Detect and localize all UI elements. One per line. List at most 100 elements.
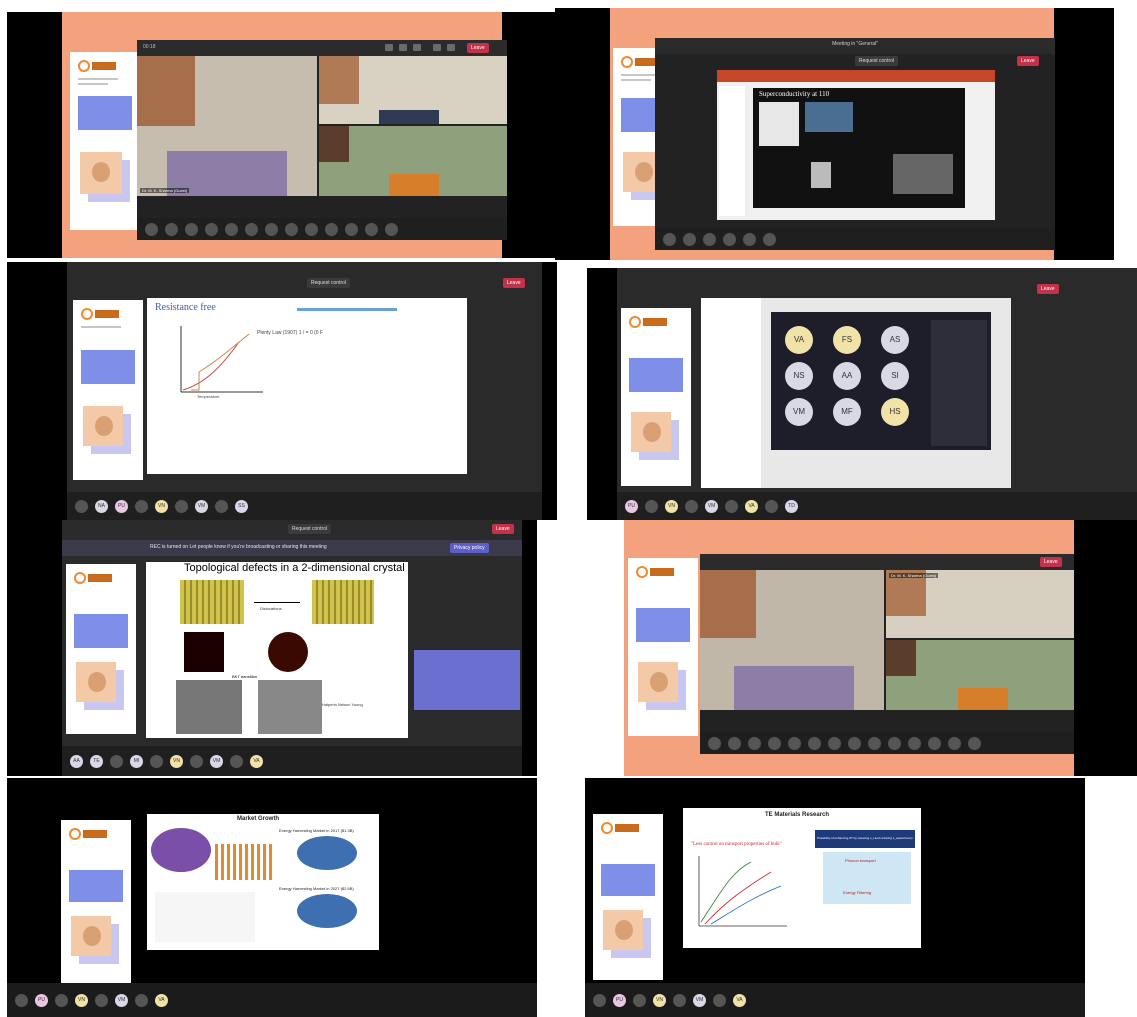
participant-avatar[interactable]	[230, 754, 243, 768]
participant-avatar[interactable]	[55, 993, 68, 1007]
participant-avatar[interactable]	[245, 222, 258, 236]
participant-avatar[interactable]: SI	[881, 362, 909, 390]
participant-avatar[interactable]	[948, 736, 961, 750]
participant-avatar[interactable]: PU	[613, 993, 626, 1007]
participant-avatar[interactable]	[150, 754, 163, 768]
participant-avatar[interactable]	[165, 222, 178, 236]
leave-button[interactable]: Leave	[503, 278, 525, 288]
request-control-button[interactable]: Request control	[307, 278, 351, 288]
participant-avatar[interactable]: AA	[70, 754, 83, 768]
participant-avatar[interactable]: VA	[785, 326, 813, 354]
participant-avatar[interactable]	[225, 222, 238, 236]
participant-avatar[interactable]: SS	[235, 499, 248, 513]
participant-avatar[interactable]: VM	[693, 993, 706, 1007]
participant-avatar[interactable]	[190, 754, 203, 768]
participant-avatar[interactable]: MF	[833, 398, 861, 426]
participant-avatar[interactable]: FS	[833, 326, 861, 354]
leave-button[interactable]: Leave	[1040, 557, 1062, 567]
participant-avatar[interactable]: PU	[625, 499, 638, 513]
participant-avatar[interactable]	[828, 736, 841, 750]
participant-avatar[interactable]: VA	[733, 993, 746, 1007]
teams-titlebar: Leave	[617, 268, 1137, 294]
participant-avatar[interactable]: VN	[75, 993, 88, 1007]
participant-avatar[interactable]	[365, 222, 378, 236]
participant-avatar[interactable]	[205, 222, 218, 236]
participant-avatar[interactable]	[708, 736, 721, 750]
participant-avatar[interactable]: TE	[90, 754, 103, 768]
participant-avatar[interactable]	[908, 736, 921, 750]
leave-button[interactable]: Leave	[467, 43, 489, 53]
participant-avatar[interactable]: VA	[155, 993, 168, 1007]
participant-avatar[interactable]	[215, 499, 228, 513]
participant-avatar[interactable]	[808, 736, 821, 750]
participant-avatar[interactable]: VM	[785, 398, 813, 426]
participant-avatar[interactable]	[645, 499, 658, 513]
participant-avatar[interactable]	[135, 499, 148, 513]
participant-avatar[interactable]	[663, 232, 676, 246]
participant-avatar[interactable]	[265, 222, 278, 236]
leave-button[interactable]: Leave	[492, 524, 514, 534]
participant-avatar[interactable]	[325, 222, 338, 236]
privacy-policy-button[interactable]: Privacy policy	[450, 543, 489, 553]
participant-avatar[interactable]: NA	[95, 499, 108, 513]
participant-avatar[interactable]: VA	[250, 754, 263, 768]
participant-avatar[interactable]	[75, 499, 88, 513]
participant-avatar[interactable]	[788, 736, 801, 750]
participant-avatar[interactable]: VN	[155, 499, 168, 513]
participant-avatar[interactable]	[385, 222, 398, 236]
participant-avatar[interactable]	[723, 232, 736, 246]
participant-avatar[interactable]	[673, 993, 686, 1007]
participant-avatar[interactable]	[748, 736, 761, 750]
participant-avatar[interactable]	[345, 222, 358, 236]
participant-avatar[interactable]	[768, 736, 781, 750]
participant-avatar[interactable]	[765, 499, 778, 513]
participant-avatar[interactable]	[868, 736, 881, 750]
leave-button[interactable]: Leave	[1017, 56, 1039, 66]
participant-avatar[interactable]	[15, 993, 28, 1007]
participant-avatar[interactable]	[175, 499, 188, 513]
participant-avatar[interactable]: TD	[785, 499, 798, 513]
participant-avatar[interactable]	[888, 736, 901, 750]
participant-avatar[interactable]	[135, 993, 148, 1007]
participant-avatar[interactable]	[968, 736, 981, 750]
participant-avatar[interactable]	[593, 993, 606, 1007]
participant-avatar[interactable]: VN	[170, 754, 183, 768]
participant-avatar[interactable]	[728, 736, 741, 750]
participant-avatar[interactable]	[633, 993, 646, 1007]
participant-avatar[interactable]	[848, 736, 861, 750]
participant-avatar[interactable]	[683, 232, 696, 246]
participant-avatar[interactable]	[285, 222, 298, 236]
participant-avatar[interactable]	[928, 736, 941, 750]
participant-avatar[interactable]: HS	[881, 398, 909, 426]
participant-avatar[interactable]	[725, 499, 738, 513]
participant-avatar[interactable]	[743, 232, 756, 246]
leave-button[interactable]: Leave	[1037, 284, 1059, 294]
participant-avatar[interactable]: VM	[210, 754, 223, 768]
participant-avatar[interactable]: PU	[35, 993, 48, 1007]
participant-avatar[interactable]	[145, 222, 158, 236]
participant-avatar[interactable]: VM	[195, 499, 208, 513]
participant-avatar[interactable]	[95, 993, 108, 1007]
request-control-button[interactable]: Request control	[855, 56, 899, 66]
participant-avatar[interactable]: VN	[653, 993, 666, 1007]
participant-avatar[interactable]	[713, 993, 726, 1007]
video-tile-3	[319, 126, 507, 196]
participant-avatar[interactable]	[685, 499, 698, 513]
participant-avatar[interactable]: AA	[833, 362, 861, 390]
participant-avatar[interactable]	[763, 232, 776, 246]
participant-avatar[interactable]	[305, 222, 318, 236]
participant-avatar[interactable]: MI	[130, 754, 143, 768]
request-control-button[interactable]: Request control	[288, 524, 332, 534]
event-poster	[628, 558, 698, 736]
participant-avatar[interactable]: VM	[705, 499, 718, 513]
participant-avatar[interactable]: AS	[881, 326, 909, 354]
participant-avatar[interactable]	[185, 222, 198, 236]
participant-avatar[interactable]: VA	[745, 499, 758, 513]
participant-avatar[interactable]: NS	[785, 362, 813, 390]
participant-avatar[interactable]: VM	[115, 993, 128, 1007]
participant-avatar[interactable]	[110, 754, 123, 768]
participant-avatar[interactable]	[703, 232, 716, 246]
teams-logo-tile	[414, 650, 520, 710]
participant-avatar[interactable]: PU	[115, 499, 128, 513]
participant-avatar[interactable]: VN	[665, 499, 678, 513]
